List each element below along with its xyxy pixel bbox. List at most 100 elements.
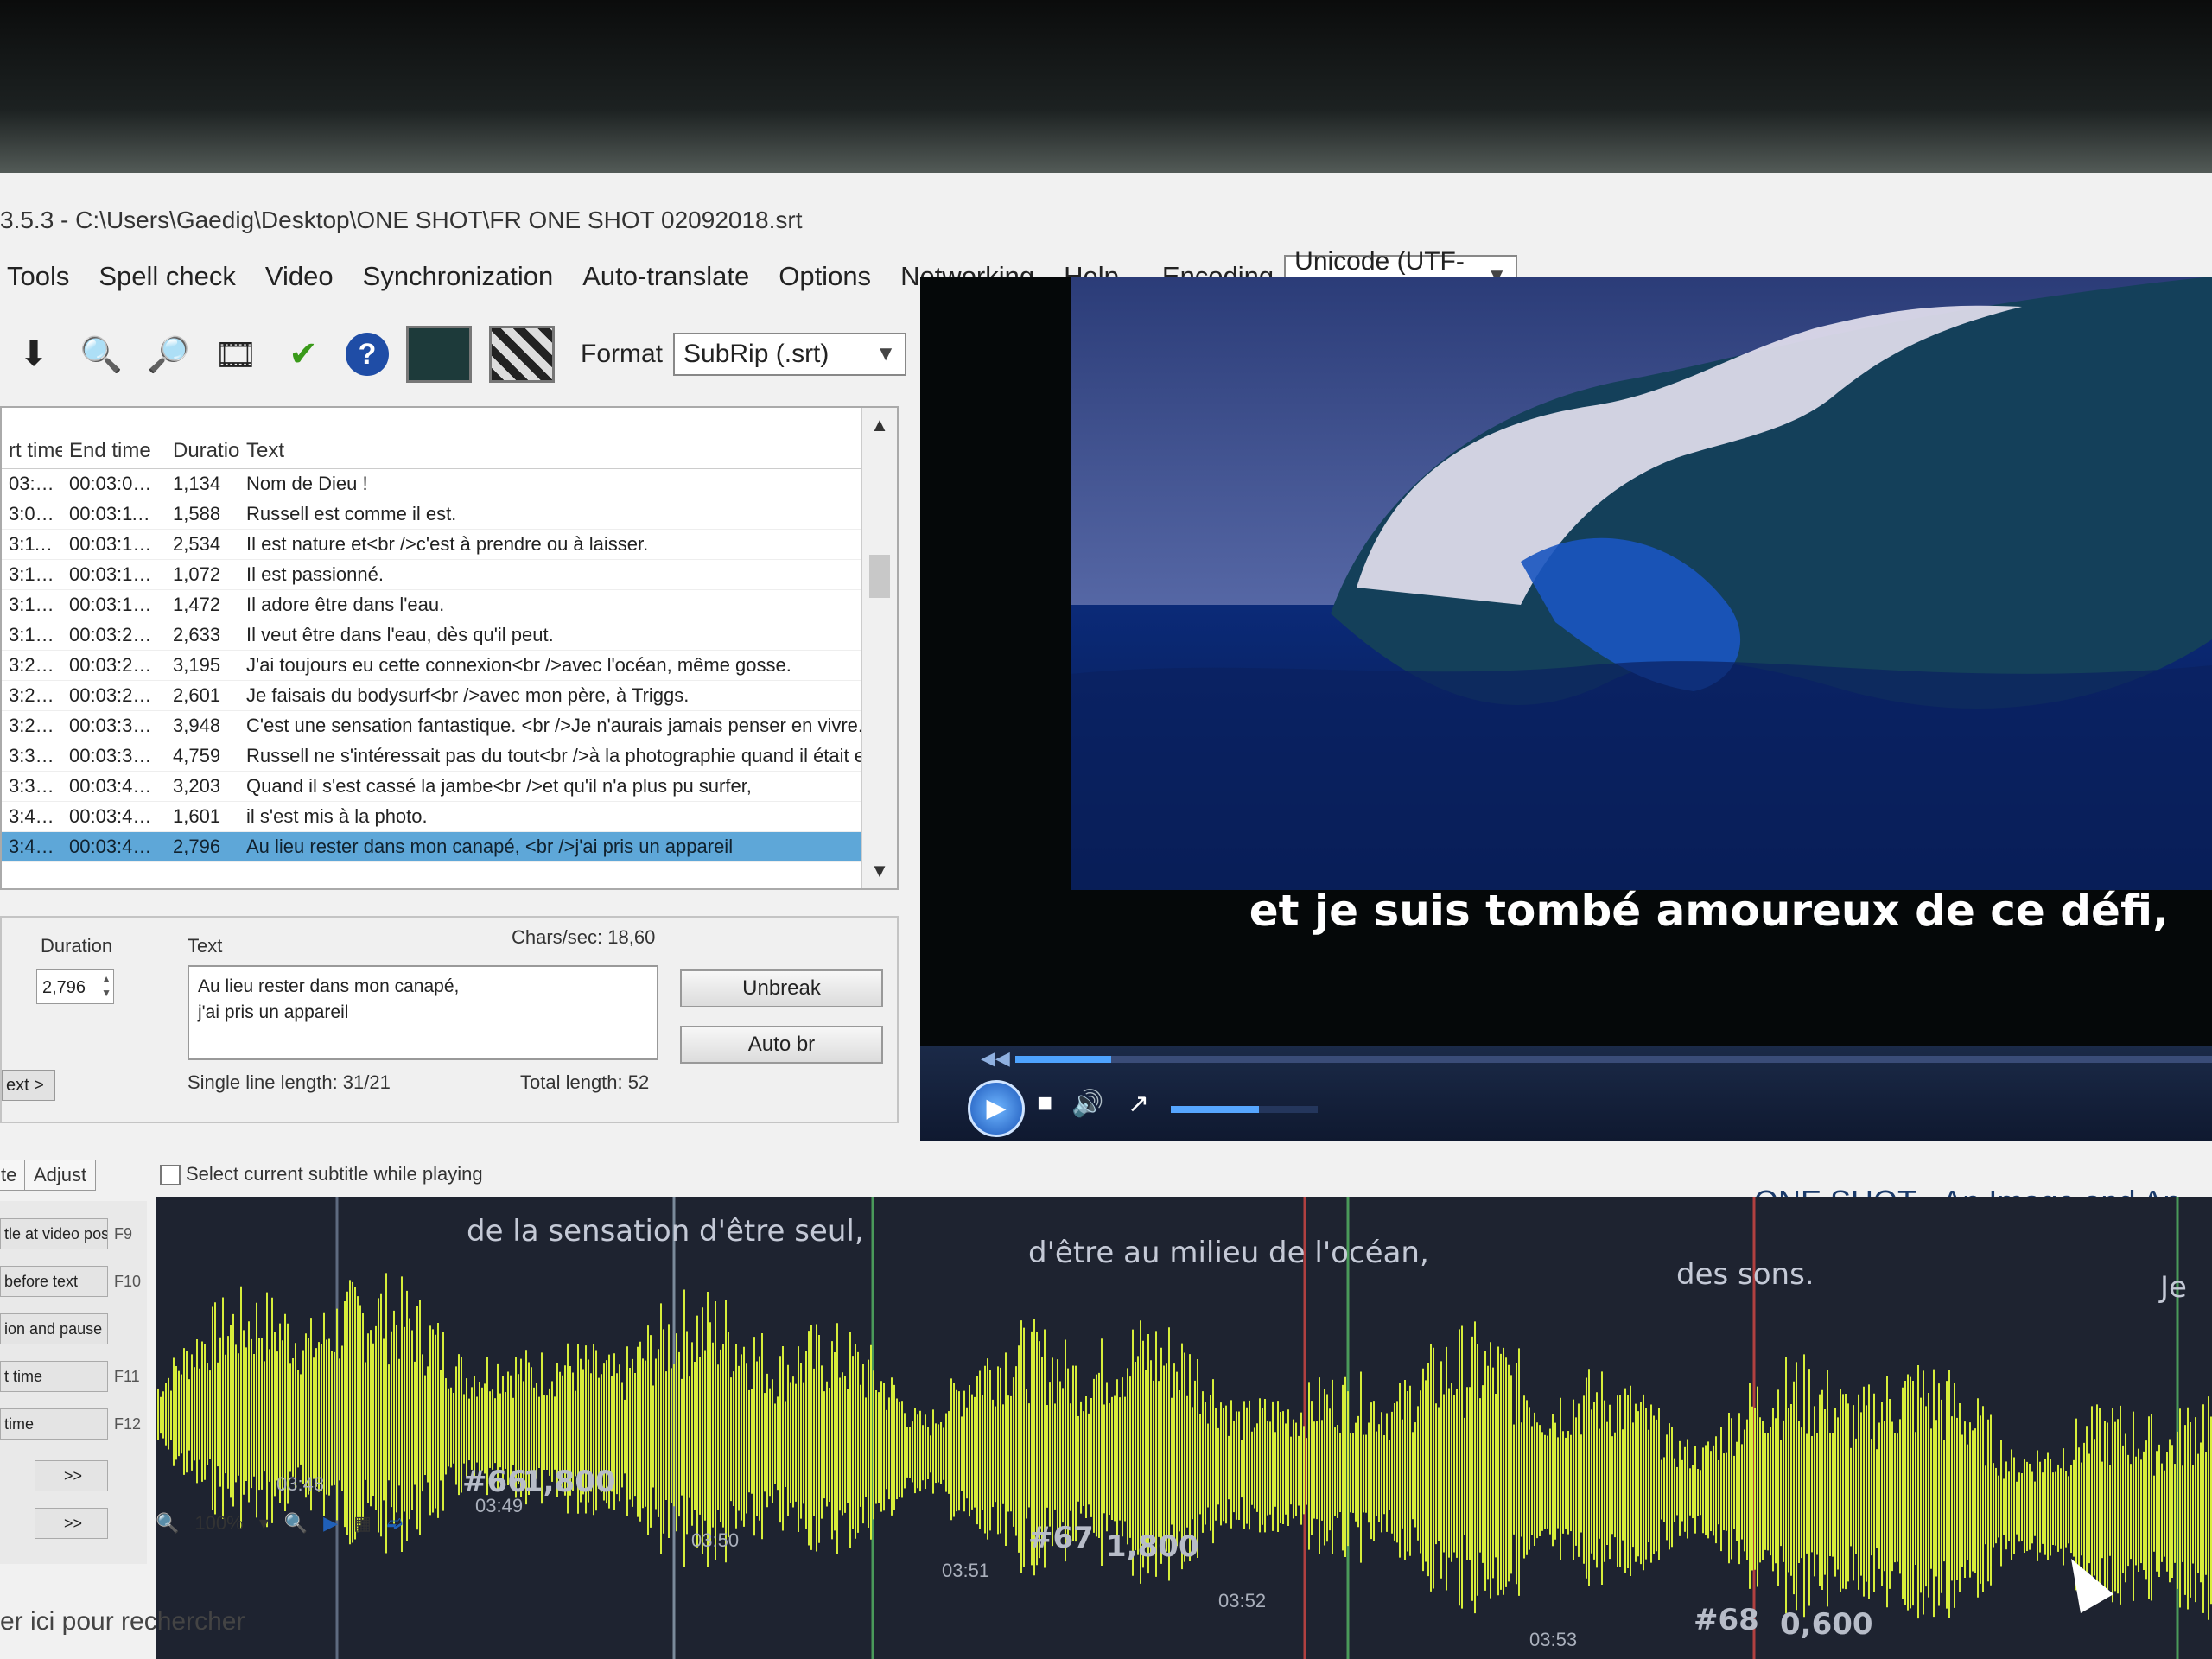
volume-icon[interactable]: 🔊 [1071, 1089, 1103, 1119]
cell-text: Au lieu rester dans mon canapé, <br />j'… [246, 836, 734, 857]
set-end-time-button[interactable]: time [0, 1408, 108, 1440]
forward-button[interactable]: >> [35, 1508, 108, 1539]
zoom-out-icon[interactable]: 🔍 [156, 1512, 179, 1535]
waveform-toggle-icon[interactable] [406, 326, 472, 383]
search-icon[interactable]: 🔍 [76, 329, 126, 379]
cell-duration: 2,601 [173, 684, 221, 706]
chars-per-sec: Chars/sec: 18,60 [512, 926, 656, 948]
subtitle-text-input[interactable]: Au lieu rester dans mon canapé, j'ai pri… [188, 965, 658, 1060]
table-row[interactable]: 3:21,057 00:03:24,252 3,195 J'ai toujours e… [2, 651, 897, 681]
video-frame[interactable] [1071, 276, 2212, 890]
table-row[interactable]: 3:24,463 00:03:27,064 2,601 Je faisais du b… [2, 681, 897, 711]
table-row[interactable]: 3:14,742 00:03:15,814 1,072 Il est passionn… [2, 560, 897, 590]
menu-auto-translate[interactable]: Auto-translate [582, 261, 749, 292]
cell-end-time: 00:03:15,814 [69, 563, 166, 585]
chevron-down-icon: ▼ [875, 342, 897, 365]
shortcut-f9: F9 [114, 1225, 133, 1243]
chevron-up-icon[interactable]: ▲ [862, 408, 897, 442]
cell-end-time: 00:03:20,631 [69, 624, 166, 645]
stop-icon[interactable]: ■ [1037, 1089, 1052, 1118]
table-row[interactable]: 3:40,379 00:03:41,980 1,601 il s'est mis à … [2, 802, 897, 832]
cell-duration: 3,948 [173, 715, 221, 736]
header-start-time[interactable]: rt time [2, 439, 62, 468]
table-row[interactable]: 3:17,998 00:03:20,631 2,633 Il veut être da… [2, 620, 897, 651]
set-start-button[interactable]: tle at video pos [0, 1218, 108, 1249]
time-tick: 03:50 [691, 1529, 740, 1551]
visual-sync-icon[interactable]: 🎞 [211, 329, 261, 379]
format-value: SubRip (.srt) [683, 340, 830, 368]
chevron-down-icon[interactable]: ▾ [259, 1512, 269, 1535]
fast-forward-icon[interactable]: ➫ [387, 1512, 403, 1535]
cell-duration: 1,072 [173, 563, 221, 585]
cell-text: il s'est mis à la photo. [246, 805, 428, 827]
grid-scrollbar[interactable]: ▲ ▼ [861, 408, 897, 888]
set-start-time-button[interactable]: t time [0, 1361, 108, 1392]
menu-spell-check[interactable]: Spell check [99, 261, 236, 292]
forward-button[interactable]: >> [35, 1460, 108, 1491]
rewind-icon[interactable]: ◀◀ [981, 1047, 1010, 1070]
cell-text: Il veut être dans l'eau, dès qu'il peut. [246, 624, 554, 645]
cell-end-time: 00:03:45,145 [69, 836, 166, 857]
cell-duration: 1,472 [173, 594, 221, 615]
play-button[interactable]: ▶ [968, 1080, 1025, 1137]
play-and-pause-button[interactable]: ion and pause [0, 1313, 108, 1344]
format-select[interactable]: SubRip (.srt) ▼ [673, 333, 907, 376]
header-end-time[interactable]: End time [62, 439, 166, 468]
cell-text: Il adore être dans l'eau. [246, 594, 445, 615]
replace-icon[interactable]: 🔎 [143, 329, 194, 379]
volume-level [1171, 1106, 1259, 1113]
segment-number: #68 [1694, 1603, 1759, 1637]
insert-before-button[interactable]: before text [0, 1266, 108, 1297]
time-tick: 03:49 [475, 1495, 524, 1516]
chevron-down-icon[interactable]: ▼ [862, 854, 897, 888]
table-row[interactable]: 3:16,199 00:03:17,671 1,472 Il adore être d… [2, 590, 897, 620]
stepper-arrows-icon[interactable]: ▲ ▼ [101, 972, 111, 1000]
zoom-level[interactable]: 100% [194, 1512, 243, 1535]
cell-end-time: 00:03:11,025 [69, 503, 166, 524]
segment-text: de la sensation d'être seul, [467, 1214, 864, 1249]
menu-synchronization[interactable]: Synchronization [363, 261, 554, 292]
table-row[interactable]: 03:03,733 00:03:04,867 1,134 Nom de Dieu ! [2, 469, 897, 499]
cell-end-time: 00:03:27,064 [69, 684, 166, 706]
table-row[interactable]: 3:36,988 00:03:40,191 3,203 Quand il s'est … [2, 772, 897, 802]
table-row[interactable]: 3:11,523 00:03:14,057 2,534 Il est nature e… [2, 530, 897, 560]
help-button[interactable]: ? [346, 333, 389, 376]
duration-stepper[interactable]: 2,796 ▲ ▼ [36, 969, 114, 1004]
cell-start-time: 3:27,370 [9, 715, 62, 736]
tab-create[interactable]: te [0, 1160, 27, 1191]
auto-br-button[interactable]: Auto br [680, 1026, 883, 1064]
time-tick: 03:53 [1529, 1629, 1578, 1650]
menu-tools[interactable]: Tools [7, 261, 69, 292]
video-toggle-icon[interactable] [489, 326, 555, 383]
volume-slider[interactable] [1171, 1106, 1318, 1113]
taskbar-search-hint[interactable]: er ici pour rechercher [0, 1607, 245, 1637]
toolbar: ⬇ 🔍 🔎 🎞 ✔ ? Format SubRip (.srt) ▼ [0, 311, 907, 397]
menu-options[interactable]: Options [779, 261, 871, 292]
next-button[interactable]: ext > [2, 1070, 55, 1101]
video-timeline[interactable] [1015, 1056, 2212, 1063]
download-icon[interactable]: ⬇ [9, 329, 59, 379]
text-label: Text [188, 935, 223, 957]
table-row[interactable]: 3:09,437 00:03:11,025 1,588 Russell est com… [2, 499, 897, 530]
tab-adjust[interactable]: Adjust [24, 1160, 97, 1191]
table-row[interactable]: 3:31,990 00:03:36,749 4,759 Russell ne s'in… [2, 741, 897, 772]
table-row[interactable]: 3:42,349 00:03:45,145 2,796 Au lieu rester … [2, 832, 897, 862]
unbreak-button[interactable]: Unbreak [680, 969, 883, 1007]
checkmark-icon[interactable]: ✔ [278, 329, 328, 379]
fullscreen-icon[interactable]: ↗ [1128, 1089, 1149, 1119]
scroll-thumb[interactable] [869, 555, 890, 598]
format-label: Format [581, 340, 664, 368]
header-duration[interactable]: Duration [166, 439, 239, 468]
zoom-in-icon[interactable]: 🔍 [284, 1512, 308, 1535]
header-text[interactable]: Text [239, 439, 897, 468]
play-icon[interactable]: ▶ [323, 1512, 338, 1535]
cell-end-time: 00:03:17,671 [69, 594, 166, 615]
table-row[interactable]: 3:27,370 00:03:31,318 3,948 C'est une sensa… [2, 711, 897, 741]
cell-start-time: 3:40,379 [9, 805, 62, 827]
select-current-checkbox[interactable] [160, 1165, 181, 1185]
cell-duration: 2,534 [173, 533, 221, 555]
menu-video[interactable]: Video [265, 261, 334, 292]
cell-end-time: 00:03:36,749 [69, 745, 166, 766]
grid-icon[interactable]: ▦ [353, 1512, 372, 1535]
audio-waveform[interactable]: de la sensation d'être seul, d'être au m… [156, 1197, 2212, 1659]
